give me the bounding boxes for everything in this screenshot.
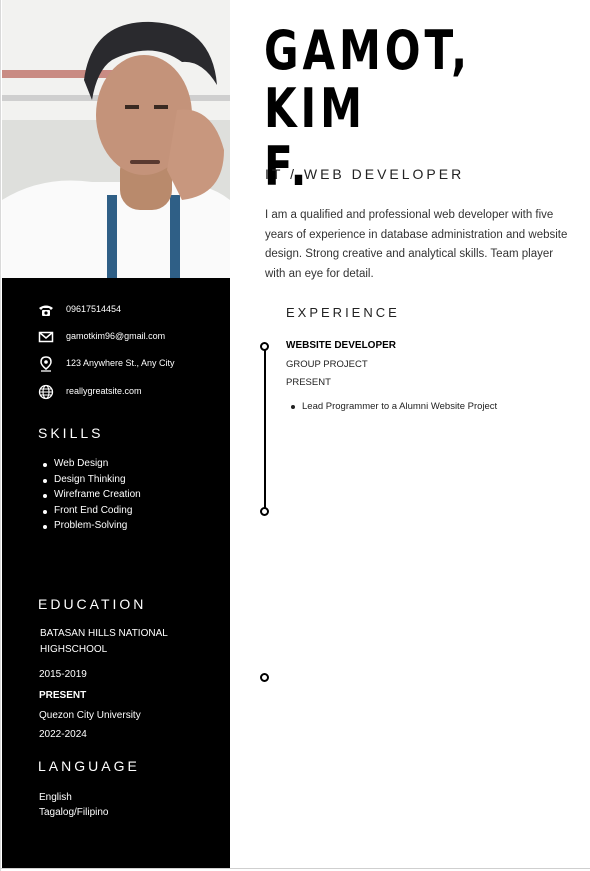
university-years: 2022-2024 (39, 729, 87, 740)
contact-address: 123 Anywhere St., Any City (38, 356, 228, 374)
name-line-1: GAMOT, KIM (264, 19, 472, 140)
timeline-line (264, 350, 266, 508)
mail-icon (38, 331, 54, 343)
phone-icon (39, 305, 53, 316)
website-text[interactable]: reallygreatsite.com (66, 386, 142, 396)
timeline-dot (260, 507, 269, 516)
skill-item: Front End Coding (40, 505, 141, 521)
education-heading: EDUCATION (38, 596, 147, 612)
language-item: English (39, 792, 72, 803)
timeline-dot (260, 673, 269, 682)
skills-list: Web Design Design Thinking Wireframe Cre… (40, 458, 141, 536)
skill-item: Web Design (40, 458, 141, 474)
address-text: 123 Anywhere St., Any City (66, 358, 175, 368)
skill-item: Wireframe Creation (40, 489, 141, 505)
page-border (0, 0, 1, 871)
globe-icon (38, 384, 54, 400)
contact-phone: 09617514454 (38, 302, 228, 320)
language-heading: LANGUAGE (38, 758, 140, 774)
contact-website: reallygreatsite.com (38, 384, 228, 402)
job-period: PRESENT (286, 377, 331, 388)
page-bottom-border (0, 868, 590, 869)
school-years: 2015-2019 (39, 669, 87, 680)
contact-email: gamotkim96@gmail.com (38, 329, 228, 347)
location-pin-icon (40, 356, 52, 372)
profile-photo (2, 0, 230, 278)
present-label: PRESENT (39, 690, 87, 701)
email-text[interactable]: gamotkim96@gmail.com (66, 331, 165, 341)
skill-item: Problem-Solving (40, 520, 141, 536)
resume-page: 09617514454 gamotkim96@gmail.com 123 Any… (0, 0, 590, 871)
job-bullets: Lead Programmer to a Alumni Website Proj… (288, 401, 497, 412)
job-company: GROUP PROJECT (286, 359, 368, 370)
timeline-dot (260, 342, 269, 351)
job-bullet: Lead Programmer to a Alumni Website Proj… (288, 401, 497, 412)
job-role: IT / WEB DEVELOPER (265, 166, 465, 182)
skills-heading: SKILLS (38, 425, 104, 441)
profile-photo-illustration (2, 0, 230, 278)
school-name-line1: BATASAN HILLS NATIONAL (40, 628, 168, 639)
language-item: Tagalog/Filipino (39, 807, 109, 818)
profile-summary: I am a qualified and professional web de… (265, 209, 568, 280)
phone-text: 09617514454 (66, 304, 122, 314)
skill-item: Design Thinking (40, 474, 141, 490)
university-name: Quezon City University (39, 710, 141, 721)
school-name-line2: HIGHSCHOOL (40, 644, 108, 655)
experience-heading: EXPERIENCE (286, 305, 400, 320)
job-title: WEBSITE DEVELOPER (286, 340, 397, 351)
